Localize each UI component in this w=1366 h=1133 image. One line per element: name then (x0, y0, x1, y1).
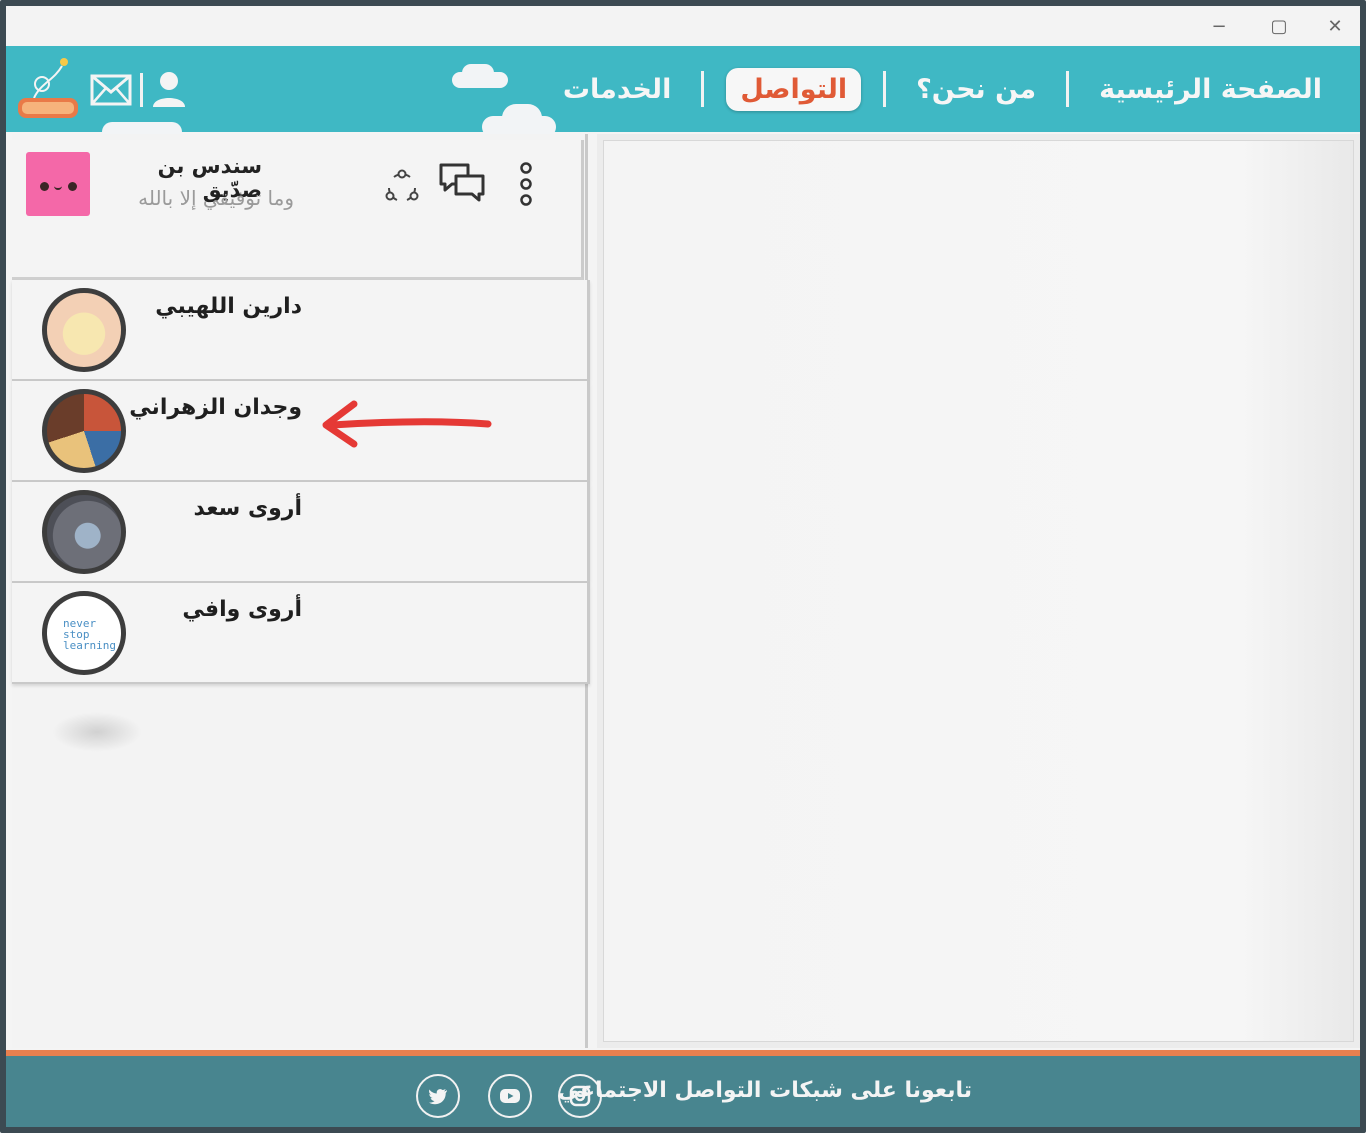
share-icon[interactable] (384, 168, 420, 204)
profile-status: وما توفيقي إلا بالله (138, 186, 294, 210)
top-header: الصفحة الرئيسية من نحن؟ التواصل الخدمات (6, 46, 1360, 142)
logo[interactable] (14, 54, 80, 126)
nav-contact[interactable]: التواصل (726, 67, 862, 111)
avatar (42, 288, 126, 372)
cloud-decoration (462, 64, 494, 82)
nav-home[interactable]: الصفحة الرئيسية (1083, 74, 1338, 105)
close-button[interactable]: ✕ (1312, 10, 1358, 42)
nav-divider (1066, 71, 1070, 107)
user-icon[interactable] (151, 71, 187, 109)
twitter-icon[interactable] (416, 1074, 460, 1118)
chat-list-panel: سندس بن صدّيق وما توفيقي إلا بالله دارين… (12, 134, 590, 1048)
annotation-arrow-icon (318, 398, 492, 450)
avatar[interactable] (26, 152, 90, 216)
header-divider (140, 73, 143, 107)
contact-name: دارين اللهيبي (155, 294, 302, 319)
nav-services[interactable]: الخدمات (547, 74, 687, 105)
nav-divider (883, 71, 887, 107)
list-item[interactable]: never stop learning أروى وافي (12, 583, 590, 684)
main-nav: الصفحة الرئيسية من نحن؟ التواصل الخدمات (547, 46, 1338, 132)
app-window: − ▢ ✕ الصفحة الرئيسية من نحن؟ التواصل ال… (0, 0, 1366, 1133)
avatar-text: never stop learning (63, 617, 116, 652)
more-icon[interactable] (516, 160, 536, 210)
footer-text: تابعونا على شبكات التواصل الاجتماعي (557, 1078, 972, 1103)
title-bar: − ▢ ✕ (6, 6, 1360, 46)
avatar-eye (68, 182, 77, 191)
avatar (42, 389, 126, 473)
shadow-decoration (52, 712, 142, 752)
chat-canvas (603, 140, 1354, 1042)
minimize-button[interactable]: − (1196, 10, 1242, 42)
maximize-button[interactable]: ▢ (1256, 10, 1302, 42)
mail-icon[interactable] (90, 74, 132, 106)
nav-about[interactable]: من نحن؟ (900, 74, 1052, 105)
contact-name: أروى وافي (182, 597, 302, 622)
avatar-mouth (54, 186, 62, 190)
list-item[interactable]: أروى سعد (12, 482, 590, 583)
chat-area (597, 134, 1360, 1048)
avatar: never stop learning (42, 591, 126, 675)
avatar-eye (40, 182, 49, 191)
contact-list: دارين اللهيبي وجدان الزهراني أروى سعد ne… (12, 280, 590, 684)
profile-card: سندس بن صدّيق وما توفيقي إلا بالله (12, 140, 584, 280)
list-item[interactable]: دارين اللهيبي (12, 280, 590, 381)
avatar (42, 490, 126, 574)
cloud-decoration (502, 104, 542, 132)
chat-icon[interactable] (438, 162, 486, 204)
header-icons (14, 50, 187, 130)
nav-divider (701, 71, 705, 107)
contact-name: وجدان الزهراني (129, 395, 302, 420)
youtube-icon[interactable] (488, 1074, 532, 1118)
contact-name: أروى سعد (193, 496, 302, 521)
list-item[interactable]: وجدان الزهراني (12, 381, 590, 482)
footer: تابعونا على شبكات التواصل الاجتماعي (6, 1056, 1360, 1127)
